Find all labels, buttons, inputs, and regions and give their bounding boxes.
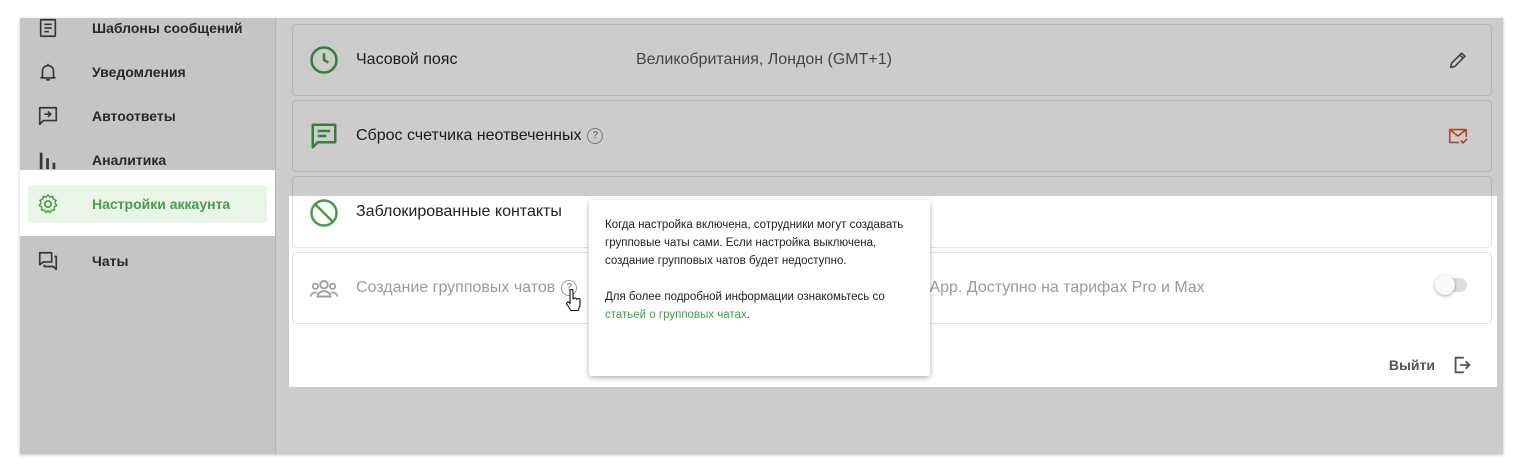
overlay-dim [289, 387, 1497, 454]
tooltip-paragraph: Для более подробной информации ознакомьт… [605, 291, 885, 321]
logout-label: Выйти [1388, 357, 1435, 373]
overlay-dim [20, 236, 275, 454]
overlay-dim [20, 18, 1503, 170]
blocked-contacts-title: Заблокированные контакты [356, 203, 562, 220]
logout-icon [1454, 356, 1471, 374]
toggle-knob [1435, 275, 1455, 295]
sidebar-item-account-settings[interactable]: Настройки аккаунта [28, 185, 267, 223]
sidebar-item-label: Настройки аккаунта [92, 196, 231, 212]
overlay-dim [275, 170, 289, 454]
hand-pointer-icon [566, 289, 581, 312]
gear-icon [38, 194, 58, 214]
block-icon [310, 199, 338, 227]
logout-button[interactable]: Выйти [1389, 354, 1473, 376]
group-chats-toggle[interactable] [1435, 275, 1467, 295]
group-chats-description: tsApp. Доступно на тарифах Pro и Max [917, 279, 1205, 296]
group-chats-tooltip: Когда настройка включена, сотрудники мог… [589, 200, 930, 376]
overlay-dim [289, 170, 1497, 196]
group-chats-article-link[interactable]: статьей о групповых чатах [605, 309, 747, 321]
group-users-icon [309, 280, 339, 298]
overlay-dim [1497, 170, 1503, 454]
tooltip-paragraph: Когда настройка включена, сотрудники мог… [605, 219, 904, 267]
group-chats-title: Создание групповых чатов? [356, 279, 578, 297]
